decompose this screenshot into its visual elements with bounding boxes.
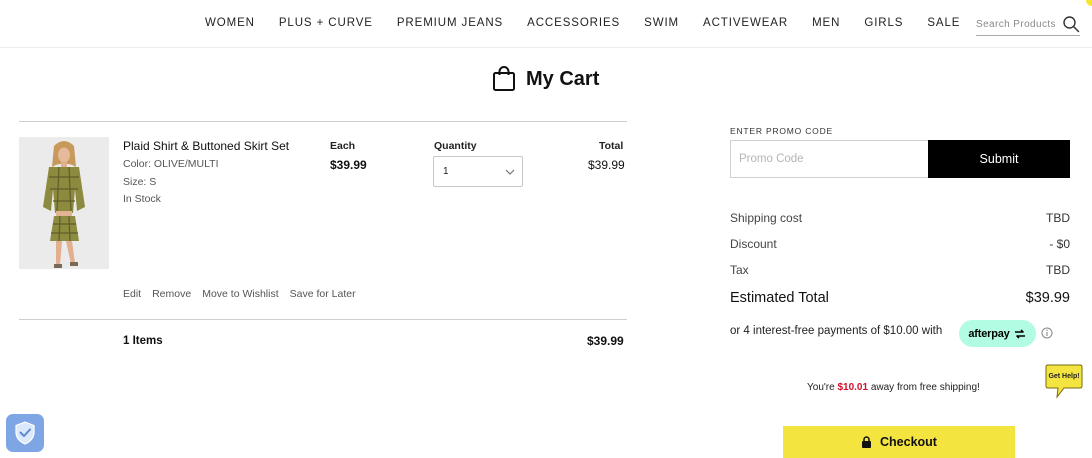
item-actions: Edit Remove Move to Wishlist Save for La… [123, 288, 367, 300]
afterpay-label: afterpay [968, 327, 1010, 340]
shipping-cost-value: TBD [1046, 211, 1070, 225]
nav-link-women[interactable]: WOMEN [205, 17, 255, 29]
search-box [976, 14, 1080, 36]
page-title: My Cart [526, 67, 600, 90]
checkout-label: Checkout [880, 435, 937, 449]
info-icon[interactable] [1041, 327, 1053, 339]
get-help-button[interactable]: Get Help! [1044, 362, 1084, 400]
edit-link[interactable]: Edit [123, 288, 141, 300]
quantity-value: 1 [443, 166, 449, 177]
free-shipping-amount: $10.01 [837, 382, 869, 393]
afterpay-badge[interactable]: afterpay [959, 320, 1036, 347]
items-count: 1 Items [123, 335, 163, 347]
promo-code-input[interactable] [730, 140, 928, 178]
estimated-total-label: Estimated Total [730, 290, 829, 306]
product-size: Size: S [123, 176, 157, 188]
estimated-total-value: $39.99 [1025, 290, 1070, 306]
search-icon[interactable] [1062, 15, 1080, 33]
checkout-button[interactable]: Checkout [783, 426, 1015, 458]
items-total: $39.99 [587, 334, 624, 348]
product-color: Color: OLIVE/MULTI [123, 158, 219, 170]
product-image[interactable] [19, 137, 109, 269]
nav-link-girls[interactable]: GIRLS [864, 17, 903, 29]
free-shipping-suffix: away from free shipping! [868, 382, 980, 393]
shopping-bag-icon [493, 66, 515, 91]
product-photo [19, 137, 109, 269]
shield-check-icon [15, 421, 35, 445]
total-price: $39.99 [588, 158, 625, 172]
corner-accent [1086, 0, 1092, 6]
quantity-label: Quantity [434, 140, 477, 152]
stock-status: In Stock [123, 193, 161, 205]
shipping-cost-label: Shipping cost [730, 211, 803, 225]
lock-icon [862, 436, 872, 448]
save-for-later-link[interactable]: Save for Later [290, 288, 356, 300]
nav-link-sale[interactable]: SALE [927, 17, 960, 29]
product-name[interactable]: Plaid Shirt & Buttoned Skirt Set [123, 139, 289, 153]
discount-label: Discount [730, 237, 777, 251]
tax-label: Tax [730, 263, 749, 277]
top-navigation: WOMEN PLUS + CURVE PREMIUM JEANS ACCESSO… [0, 0, 1092, 48]
security-shield-badge[interactable] [6, 414, 44, 452]
remove-link[interactable]: Remove [152, 288, 191, 300]
free-shipping-prefix: You're [807, 382, 838, 393]
nav-links: WOMEN PLUS + CURVE PREMIUM JEANS ACCESSO… [205, 17, 984, 29]
divider [19, 319, 627, 320]
installments-text: or 4 interest-free payments of $10.00 wi… [730, 325, 943, 337]
get-help-label: Get Help! [1048, 373, 1079, 380]
nav-link-men[interactable]: MEN [812, 17, 840, 29]
quantity-select[interactable]: 1 [433, 156, 523, 187]
each-label: Each [330, 140, 356, 152]
promo-label: ENTER PROMO CODE [730, 126, 834, 136]
nav-link-accessories[interactable]: ACCESSORIES [527, 17, 620, 29]
discount-value: - $0 [1049, 237, 1070, 251]
each-price: $39.99 [330, 158, 367, 172]
free-shipping-note: You're $10.01 away from free shipping! [807, 382, 980, 393]
nav-link-premium-jeans[interactable]: PREMIUM JEANS [397, 17, 503, 29]
chevron-down-icon [505, 169, 515, 175]
promo-submit-button[interactable]: Submit [928, 140, 1070, 178]
cart-title: My Cart [492, 66, 599, 92]
chat-bubble-icon: Get Help! [1045, 364, 1083, 399]
search-input[interactable] [976, 15, 1060, 33]
afterpay-arrows-icon [1014, 328, 1025, 339]
move-to-wishlist-link[interactable]: Move to Wishlist [202, 288, 278, 300]
nav-link-activewear[interactable]: ACTIVEWEAR [703, 17, 788, 29]
total-label: Total [599, 140, 624, 152]
divider [19, 121, 627, 122]
tax-value: TBD [1046, 263, 1070, 277]
nav-link-swim[interactable]: SWIM [644, 17, 679, 29]
nav-link-plus-curve[interactable]: PLUS + CURVE [279, 17, 373, 29]
